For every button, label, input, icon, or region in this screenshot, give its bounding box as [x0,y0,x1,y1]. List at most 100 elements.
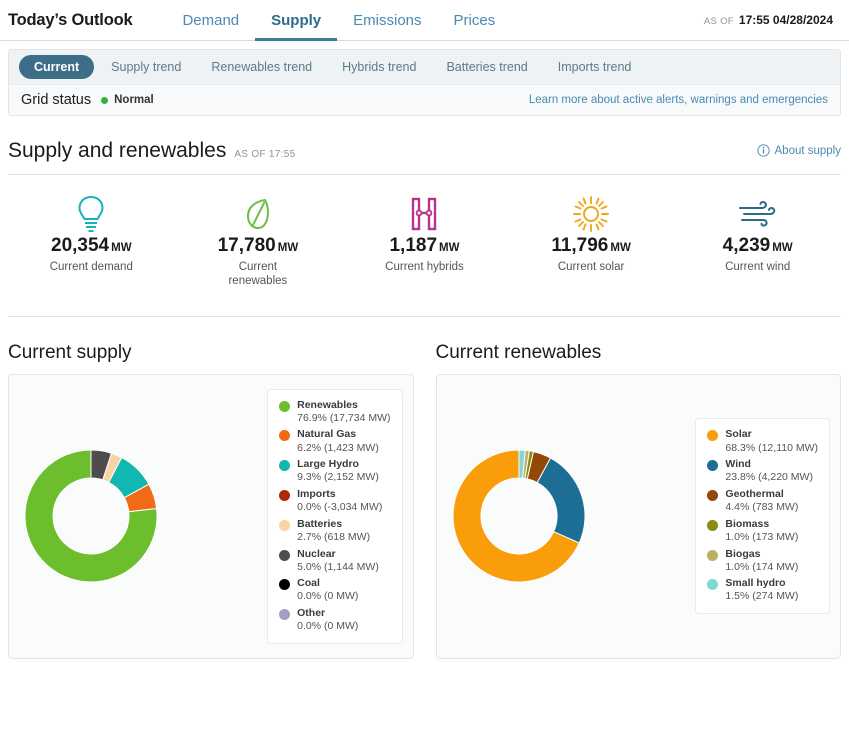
sun-icon [508,193,675,235]
kpi-current-solar: 11,796 MW Current solar [508,193,675,289]
tab-emissions[interactable]: Emissions [337,0,437,41]
subtab-supply-trend[interactable]: Supply trend [98,55,194,79]
legend-text: Solar 68.3% (12,110 MW) [725,428,818,455]
kpi-unit: MW [111,242,132,254]
legend-item[interactable]: Biogas 1.0% (174 MW) [707,548,818,575]
status-badge: Normal [114,94,154,106]
kpi-value-group: 17,780 MW [175,235,342,257]
subtab-batteries-trend[interactable]: Batteries trend [433,55,540,79]
legend-value: 0.0% (0 MW) [297,590,359,603]
legend-item[interactable]: Natural Gas 6.2% (1,423 MW) [279,428,390,455]
todays-outlook-page: Today’s Outlook Demand Supply Emissions … [0,0,849,747]
kpi-label: Current renewables [228,261,288,288]
legend-item[interactable]: Renewables 76.9% (17,734 MW) [279,398,391,426]
legend-value: 0.0% (-3,034 MW) [297,501,383,514]
legend-text: Natural Gas 6.2% (1,423 MW) [297,428,379,455]
kpi-value: 20,354 [51,235,110,256]
legend-item[interactable]: Batteries 2.7% (618 MW) [279,518,390,545]
grid-status-label: Grid status [21,92,92,108]
kpi-current-hybrids: 1,187 MW Current hybrids [341,193,508,289]
legend-text: Biomass 1.0% (173 MW) [725,518,798,545]
section-title: Supply and renewables [8,139,227,162]
subtab-hybrids-trend[interactable]: Hybrids trend [329,55,429,79]
legend-item[interactable]: Solar 68.3% (12,110 MW) [707,428,818,455]
supply-section-header: Supply and renewables AS OF 17:55 About … [8,139,841,175]
legend-item[interactable]: Coal 0.0% (0 MW) [279,577,390,604]
subtab-current[interactable]: Current [19,55,95,79]
legend-value: 9.3% (2,152 MW) [297,471,379,484]
donut-slice[interactable] [535,457,585,544]
legend-item[interactable]: Nuclear 5.0% (1,144 MW) [279,548,390,575]
wind-icon [674,193,841,235]
about-supply-link[interactable]: About supply [756,144,841,157]
kpi-label: Current demand [49,261,133,273]
legend-text: Biogas 1.0% (174 MW) [725,548,798,575]
status-indicator-dot [101,96,109,104]
sub-navigation-panel: Current Supply trend Renewables trend Hy… [8,49,841,116]
legend-label: Nuclear [297,547,336,560]
legend-item[interactable]: Geothermal 4.4% (783 MW) [707,488,818,515]
subtab-renewables-trend[interactable]: Renewables trend [198,55,325,79]
legend-label: Solar [725,428,752,441]
legend-text: Geothermal 4.4% (783 MW) [725,488,798,515]
legend-item[interactable]: Large Hydro 9.3% (2,152 MW) [279,458,390,485]
renewables-legend: Solar 68.3% (12,110 MW) Wind 23.8% (4,220 M… [695,418,830,615]
legend-value: 23.8% (4,220 MW) [725,471,813,484]
legend-value: 76.9% (17,734 MW) [297,411,391,424]
legend-value: 1.0% (173 MW) [725,530,799,543]
hybrid-icon [341,193,508,235]
subtab-imports-trend[interactable]: Imports trend [545,55,645,79]
primary-tabs: Demand Supply Emissions Prices [166,0,511,41]
kpi-current-demand: 20,354 MW Current demand [8,193,175,289]
legend-item[interactable]: Small hydro 1.5% (274 MW) [707,577,818,604]
info-icon [756,144,770,157]
legend-item[interactable]: Other 0.0% (0 MW) [279,607,390,634]
legend-text: Other 0.0% (0 MW) [297,607,358,634]
kpi-value-group: 4,239 MW [674,235,841,257]
renewables-donut-wrap [447,444,591,588]
supply-donut-chart[interactable] [19,444,163,588]
kpi-current-renewables: 17,780 MW Current renewables [175,193,342,289]
legend-label: Geothermal [725,487,784,500]
legend-text: Large Hydro 9.3% (2,152 MW) [297,458,379,485]
legend-swatch [707,460,719,472]
alerts-learn-more-link[interactable]: Learn more about active alerts, warnings… [529,94,828,106]
legend-swatch [279,430,291,442]
kpi-value-group: 1,187 MW [341,235,508,257]
legend-swatch [707,579,719,591]
legend-value: 0.0% (0 MW) [297,620,359,633]
legend-item[interactable]: Imports 0.0% (-3,034 MW) [279,488,390,515]
legend-label: Renewables [297,398,358,411]
legend-swatch [279,609,291,621]
legend-label: Other [297,607,326,620]
legend-text: Coal 0.0% (0 MW) [297,577,358,604]
kpi-unit: MW [772,242,793,254]
renewables-chart-card: Solar 68.3% (12,110 MW) Wind 23.8% (4,220 M… [435,373,841,659]
chart-title-supply: Current supply [8,341,132,363]
kpi-value: 4,239 [722,235,771,256]
tab-prices[interactable]: Prices [438,0,512,41]
section-as-of: AS OF 17:55 [234,149,296,160]
legend-label: Small hydro [725,577,786,590]
legend-text: Imports 0.0% (-3,034 MW) [297,488,382,515]
kpi-label: Current hybrids [385,261,464,273]
legend-label: Biogas [725,547,761,560]
as-of-value: 17:55 04/28/2024 [738,13,833,27]
kpi-label: Current solar [557,261,625,273]
lightbulb-icon [8,193,175,235]
tab-supply[interactable]: Supply [255,0,338,41]
legend-value: 6.2% (1,423 MW) [297,441,379,454]
leaf-icon [175,193,342,235]
page-title: Today’s Outlook [8,10,133,29]
kpi-label: Current wind [725,261,791,273]
legend-value: 4.4% (783 MW) [725,501,799,514]
kpi-value-group: 11,796 MW [508,235,675,257]
legend-item[interactable]: Biomass 1.0% (173 MW) [707,518,818,545]
legend-item[interactable]: Wind 23.8% (4,220 MW) [707,458,818,485]
legend-label: Imports [297,487,336,500]
renewables-donut-chart[interactable] [447,444,591,588]
legend-value: 5.0% (1,144 MW) [297,560,379,573]
tab-demand[interactable]: Demand [166,0,255,41]
supply-donut-wrap [19,444,163,588]
legend-text: Nuclear 5.0% (1,144 MW) [297,548,379,575]
